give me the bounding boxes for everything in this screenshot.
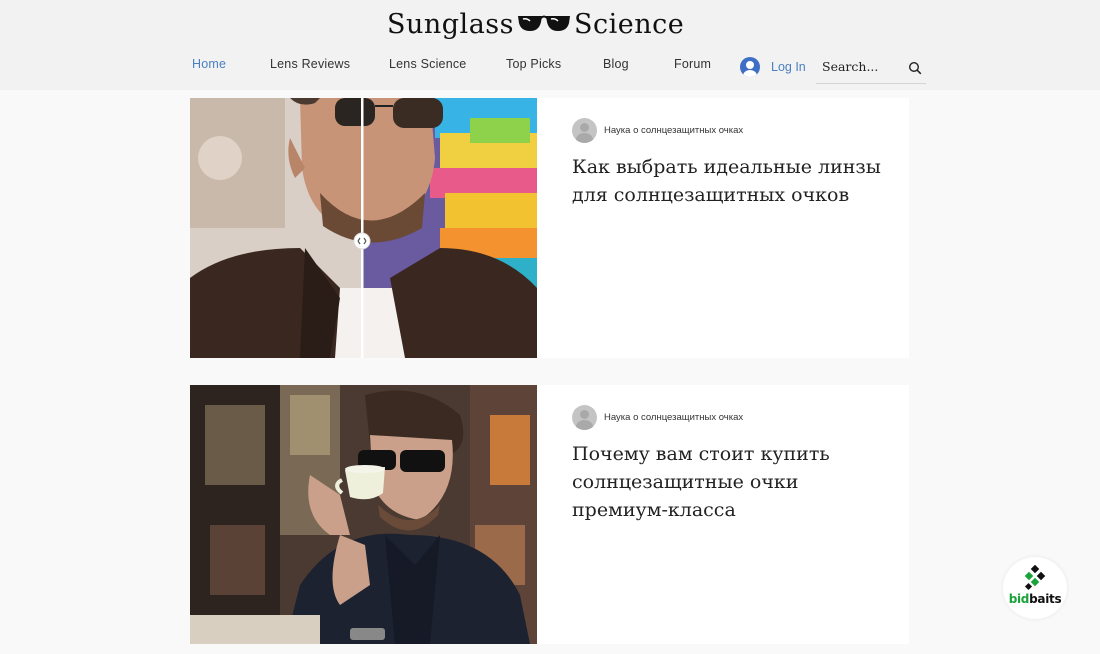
badge-text-part2: baits [1029,592,1062,606]
post-card[interactable]: Наука о солнцезащитных очках Как выбрать… [190,98,909,358]
post-body: Наука о солнцезащитных очках Почему вам … [537,385,909,644]
logo-text-right: Science [574,8,685,40]
bidbaits-logo-icon [1024,565,1046,591]
post-category: Наука о солнцезащитных очках [604,125,744,136]
post-category: Наука о солнцезащитных очках [604,412,744,423]
badge-text-part1: bid [1008,592,1030,606]
nav-item-home[interactable]: Home [192,57,226,71]
post-image[interactable] [190,385,537,644]
author-avatar-icon [572,118,597,143]
author-avatar-icon [572,405,597,430]
post-image-comparison-slider[interactable] [190,98,537,358]
logo-text-left: Sunglass [387,8,515,40]
post-card[interactable]: Наука о солнцезащитных очках Почему вам … [190,385,909,644]
site-header: Sunglass Science Home Lens Reviews Lens … [0,0,1100,90]
sunglasses-icon [518,15,571,31]
search-icon[interactable] [908,61,922,75]
man-drinking-coffee-image [190,385,537,644]
nav-item-blog[interactable]: Blog [603,57,629,71]
login-label: Log In [771,60,806,74]
nav-item-lens-science[interactable]: Lens Science [389,57,466,71]
search-input[interactable] [822,59,902,74]
bidbaits-badge[interactable]: bidbaits [1003,557,1067,619]
search-box [816,52,926,84]
post-author[interactable]: Наука о солнцезащитных очках [572,118,743,143]
bidbaits-label: bidbaits [1003,592,1067,606]
main-nav: Home Lens Reviews Lens Science Top Picks… [0,57,1100,75]
site-logo[interactable]: Sunglass Science [387,6,684,42]
nav-item-lens-reviews[interactable]: Lens Reviews [270,57,350,71]
user-avatar-icon [740,57,760,77]
post-body: Наука о солнцезащитных очках Как выбрать… [537,98,909,358]
nav-item-forum[interactable]: Forum [674,57,711,71]
post-author[interactable]: Наука о солнцезащитных очках [572,405,743,430]
post-title[interactable]: Почему вам стоит купить солнцезащитные о… [572,440,892,524]
login-button[interactable]: Log In [740,57,806,77]
post-title[interactable]: Как выбрать идеальные линзы для солнцеза… [572,153,892,209]
nav-item-top-picks[interactable]: Top Picks [506,57,561,71]
man-in-sunglasses-image [190,98,537,358]
